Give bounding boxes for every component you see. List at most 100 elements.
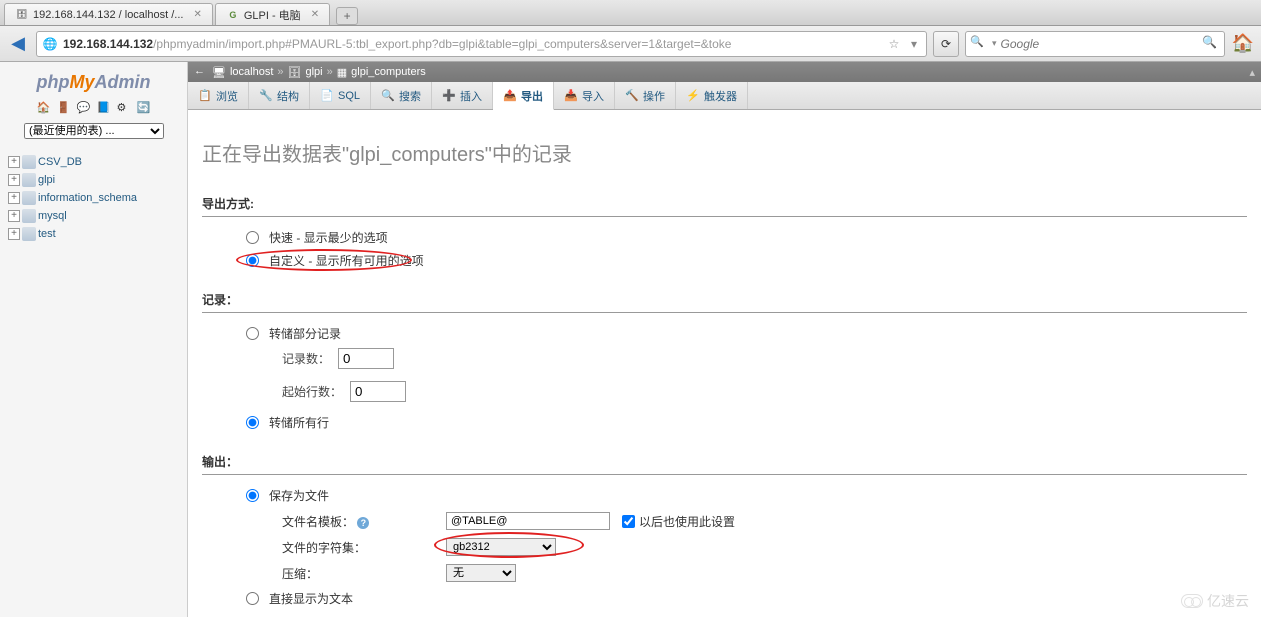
- star-icon[interactable]: ☆: [886, 36, 902, 52]
- db-icon: [22, 173, 36, 187]
- query-icon[interactable]: 💬: [77, 101, 91, 115]
- cloud-icon: [1181, 594, 1203, 608]
- db-icon: [22, 155, 36, 169]
- browse-icon: 📋: [198, 89, 212, 103]
- google-icon: 🔍: [970, 35, 988, 53]
- tab-insert[interactable]: ➕插入: [432, 82, 493, 109]
- charset-select[interactable]: gb2312: [446, 538, 556, 556]
- dump-some-row[interactable]: 转储部分记录: [246, 325, 1247, 342]
- export-quick-row[interactable]: 快速 - 显示最少的选项: [246, 229, 1247, 246]
- new-tab-button[interactable]: +: [336, 7, 358, 25]
- quick-links: 🏠 🚪 💬 📘 ⚙ 🔄: [4, 97, 183, 119]
- radio-dump-some[interactable]: [246, 327, 259, 340]
- tab-structure[interactable]: 🔧结构: [249, 82, 310, 109]
- export-custom-row[interactable]: 自定义 - 显示所有可用的选项: [246, 252, 1247, 269]
- help-icon[interactable]: ?: [357, 517, 369, 529]
- tab-export[interactable]: 📤导出: [493, 82, 554, 110]
- tab-import[interactable]: 📥导入: [554, 82, 615, 109]
- bc-table[interactable]: glpi_computers: [351, 66, 426, 78]
- dropdown-icon[interactable]: ▾: [906, 36, 922, 52]
- db-icon: [22, 227, 36, 241]
- radio-dump-all[interactable]: [246, 416, 259, 429]
- settings-icon[interactable]: ⚙: [117, 101, 131, 115]
- radio-view-text[interactable]: [246, 592, 259, 605]
- db-icon: [22, 209, 36, 223]
- search-go-icon[interactable]: 🔍: [1202, 35, 1220, 53]
- num-rows-label: 记录数：: [282, 350, 330, 367]
- browser-tab-strip: 🗄 192.168.144.132 / localhost /... ✕ G G…: [0, 0, 1261, 26]
- use-future-checkbox[interactable]: [622, 515, 635, 528]
- label-dump-some: 转储部分记录: [269, 325, 341, 342]
- expand-icon[interactable]: +: [8, 174, 20, 186]
- use-future-label[interactable]: 以后也使用此设置: [622, 513, 735, 530]
- home-button[interactable]: 🏠: [1231, 32, 1255, 56]
- operations-icon: 🔨: [625, 89, 639, 103]
- search-input[interactable]: [1001, 37, 1198, 51]
- glpi-favicon: G: [226, 8, 240, 22]
- browser-search[interactable]: 🔍 ▾ 🔍: [965, 31, 1225, 57]
- tab-search[interactable]: 🔍搜索: [371, 82, 432, 109]
- db-item-csvdb[interactable]: +CSV_DB: [4, 153, 183, 171]
- radio-custom[interactable]: [246, 254, 259, 267]
- pma-favicon: 🗄: [15, 8, 29, 22]
- tab-operations[interactable]: 🔨操作: [615, 82, 676, 109]
- db-item-test[interactable]: +test: [4, 225, 183, 243]
- close-icon[interactable]: ✕: [193, 9, 201, 20]
- pma-logo[interactable]: phpMyAdmin: [4, 66, 183, 97]
- import-icon: 📥: [564, 89, 578, 103]
- output-heading: 输出：: [202, 453, 1247, 475]
- browser-tab-glpi[interactable]: G GLPI - 电脑 ✕: [215, 3, 330, 25]
- db-item-mysql[interactable]: +mysql: [4, 207, 183, 225]
- expand-icon[interactable]: +: [8, 192, 20, 204]
- page-title: 正在导出数据表"glpi_computers"中的记录: [202, 138, 1247, 167]
- export-icon: 📤: [503, 89, 517, 103]
- browser-nav-bar: ◀ 🌐 192.168.144.132/phpmyadmin/import.ph…: [0, 26, 1261, 62]
- home-icon[interactable]: 🏠: [37, 101, 51, 115]
- close-icon[interactable]: ✕: [311, 9, 319, 20]
- num-rows-input[interactable]: [338, 348, 394, 369]
- back-button[interactable]: ◀: [6, 32, 30, 56]
- tab-sql[interactable]: 📄SQL: [310, 82, 371, 109]
- compression-select[interactable]: 无: [446, 564, 516, 582]
- database-list: +CSV_DB +glpi +information_schema +mysql…: [4, 153, 183, 243]
- expand-icon[interactable]: +: [8, 210, 20, 222]
- expand-icon[interactable]: +: [8, 156, 20, 168]
- db-icon: 🗄: [288, 66, 302, 79]
- sidebar: phpMyAdmin 🏠 🚪 💬 📘 ⚙ 🔄 (最近使用的表) ... +CSV…: [0, 62, 188, 617]
- start-row-input[interactable]: [350, 381, 406, 402]
- rows-heading: 记录：: [202, 291, 1247, 313]
- radio-save-file[interactable]: [246, 489, 259, 502]
- filename-template-input[interactable]: [446, 512, 610, 530]
- url-bar[interactable]: 🌐 192.168.144.132/phpmyadmin/import.php#…: [36, 31, 927, 57]
- recent-tables-select[interactable]: (最近使用的表) ...: [24, 123, 164, 139]
- triggers-icon: ⚡: [686, 89, 700, 103]
- export-method-heading: 导出方式:: [202, 195, 1247, 217]
- bc-server[interactable]: localhost: [230, 66, 273, 78]
- db-icon: [22, 191, 36, 205]
- filename-template-label: 文件名模板： ?: [282, 513, 446, 530]
- watermark: 亿速云: [1181, 591, 1249, 611]
- identity-icon[interactable]: 🌐: [41, 35, 59, 53]
- dump-all-row[interactable]: 转储所有行: [246, 414, 1247, 431]
- bc-db[interactable]: glpi: [305, 66, 322, 78]
- browser-tab-pma[interactable]: 🗄 192.168.144.132 / localhost /... ✕: [4, 3, 213, 25]
- collapse-icon[interactable]: ▴: [1249, 66, 1255, 79]
- tab-triggers[interactable]: ⚡触发器: [676, 82, 748, 109]
- search-engine-dropdown[interactable]: ▾: [992, 38, 997, 49]
- reload-icon[interactable]: 🔄: [137, 101, 151, 115]
- charset-label: 文件的字符集：: [282, 539, 446, 556]
- breadcrumb: ← 🖥 localhost » 🗄 glpi » ▦ glpi_computer…: [188, 62, 1261, 82]
- db-item-glpi[interactable]: +glpi: [4, 171, 183, 189]
- tab-browse[interactable]: 📋浏览: [188, 82, 249, 109]
- radio-quick[interactable]: [246, 231, 259, 244]
- expand-icon[interactable]: +: [8, 228, 20, 240]
- logout-icon[interactable]: 🚪: [57, 101, 71, 115]
- label-save-file: 保存为文件: [269, 487, 329, 504]
- docs-icon[interactable]: 📘: [97, 101, 111, 115]
- save-to-file-row[interactable]: 保存为文件: [246, 487, 1247, 504]
- view-as-text-row[interactable]: 直接显示为文本: [246, 590, 1247, 607]
- refresh-button[interactable]: ⟳: [933, 31, 959, 57]
- db-item-infoschema[interactable]: +information_schema: [4, 189, 183, 207]
- server-icon: 🖥: [212, 66, 226, 79]
- bc-back-icon[interactable]: ←: [194, 65, 208, 79]
